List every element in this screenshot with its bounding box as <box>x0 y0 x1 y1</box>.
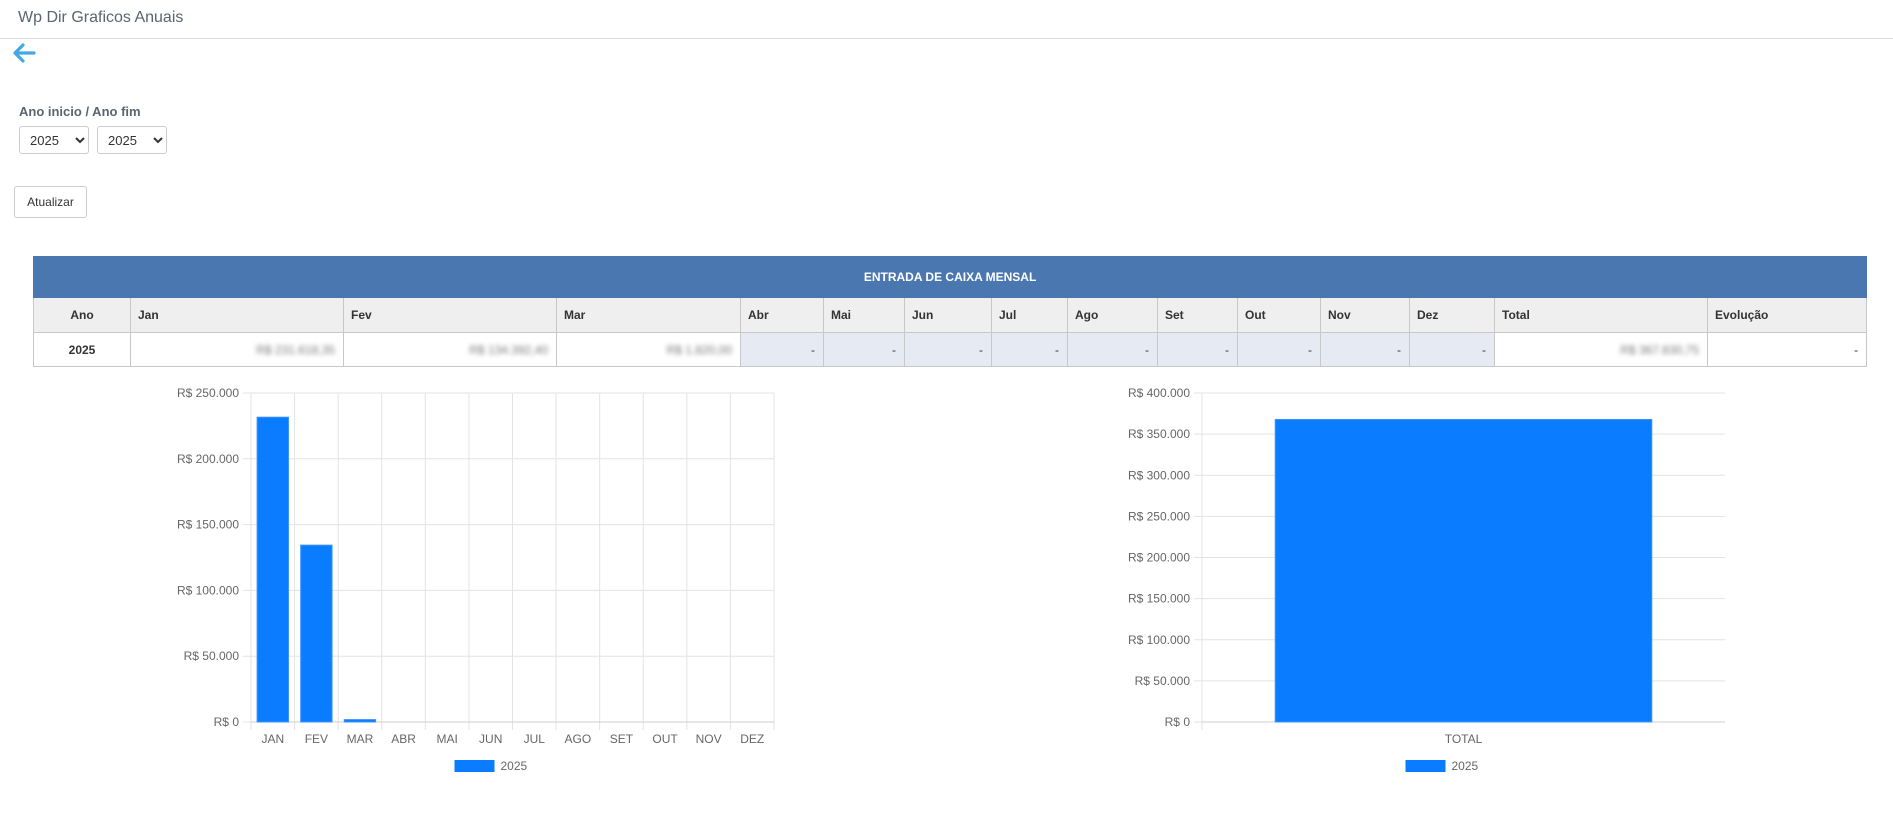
cell-year: 2025 <box>33 332 131 367</box>
col-header-mar: Mar <box>556 297 741 333</box>
col-header-evolucao: Evolução <box>1706 297 1868 333</box>
x-tick-label: NOV <box>696 732 722 746</box>
cell-nov: - <box>1320 332 1410 367</box>
x-tick-label: JUL <box>524 732 546 746</box>
y-tick-label: R$ 50.000 <box>184 649 240 663</box>
total-bar-chart: R$ 0 R$ 50.000 R$ 100.000 R$ 150.000 R$ 200.… <box>1128 386 1725 773</box>
x-tick-label: FEV <box>305 732 328 746</box>
cell-jan: R$ 231.618,35 <box>130 332 344 367</box>
x-tick-label: JUN <box>479 732 502 746</box>
end-year-select[interactable]: 2025 <box>97 126 167 154</box>
year-range-label: Ano inicio / Ano fim <box>19 104 141 119</box>
y-tick-label: R$ 0 <box>1165 715 1191 729</box>
x-tick-label: OUT <box>652 732 678 746</box>
col-header-mai: Mai <box>823 297 905 333</box>
cell-dez: - <box>1409 332 1495 367</box>
col-header-set: Set <box>1157 297 1238 333</box>
col-header-abr: Abr <box>740 297 824 333</box>
cell-total: R$ 367.830,75 <box>1494 332 1708 367</box>
back-button[interactable] <box>10 41 38 65</box>
col-header-out: Out <box>1237 297 1321 333</box>
y-tick-label: R$ 150.000 <box>177 518 239 532</box>
update-button[interactable]: Atualizar <box>14 186 87 218</box>
y-tick-label: R$ 200.000 <box>1128 551 1190 565</box>
cell-ago: - <box>1067 332 1158 367</box>
monthly-cash-table-wrapper: ENTRADA DE CAIXA MENSAL Ano Jan Fev Mar … <box>32 256 1868 367</box>
cell-jun: - <box>904 332 992 367</box>
bar-total <box>1274 418 1653 723</box>
y-tick-label: R$ 200.000 <box>177 452 239 466</box>
table-row: 2025 R$ 231.618,35 R$ 134.392,40 R$ 1.82… <box>33 332 1868 367</box>
col-header-ago: Ago <box>1067 297 1158 333</box>
x-tick-label: DEZ <box>740 732 764 746</box>
col-header-nov: Nov <box>1320 297 1410 333</box>
y-tick-label: R$ 400.000 <box>1128 386 1190 400</box>
monthly-bar-chart: R$ 0 R$ 50.000 R$ 100.000 R$ 150.000 R$ 200.… <box>177 386 775 773</box>
y-tick-label: R$ 150.000 <box>1128 592 1190 606</box>
bar-jan <box>256 416 289 723</box>
legend-swatch <box>1405 760 1446 772</box>
y-tick-label: R$ 100.000 <box>1128 633 1190 647</box>
y-tick-label: R$ 300.000 <box>1128 468 1190 482</box>
cell-mar: R$ 1.820,00 <box>556 332 741 367</box>
y-tick-label: R$ 250.000 <box>177 386 239 400</box>
col-header-fev: Fev <box>343 297 557 333</box>
x-tick-label: ABR <box>391 732 416 746</box>
cell-jul: - <box>991 332 1068 367</box>
legend-label: 2025 <box>1452 759 1479 773</box>
col-header-jun: Jun <box>904 297 992 333</box>
x-tick-label: SET <box>610 732 634 746</box>
cell-out: - <box>1237 332 1321 367</box>
col-header-dez: Dez <box>1409 297 1495 333</box>
table-header-row: Ano Jan Fev Mar Abr Mai Jun Jul Ago Set … <box>33 297 1868 333</box>
y-tick-label: R$ 250.000 <box>1128 509 1190 523</box>
app-header: Wp Dir Graficos Anuais <box>0 0 1893 39</box>
col-header-jul: Jul <box>991 297 1068 333</box>
cell-mai: - <box>823 332 905 367</box>
col-header-jan: Jan <box>130 297 344 333</box>
legend-swatch <box>454 760 495 772</box>
col-header-total: Total <box>1494 297 1708 333</box>
cell-evolucao: - <box>1706 332 1868 367</box>
y-tick-label: R$ 0 <box>214 715 240 729</box>
bar-mar <box>343 719 377 723</box>
y-tick-label: R$ 100.000 <box>177 583 239 597</box>
x-tick-label: AGO <box>565 732 592 746</box>
y-tick-label: R$ 350.000 <box>1128 427 1190 441</box>
y-tick-label: R$ 50.000 <box>1135 674 1191 688</box>
cell-abr: - <box>740 332 824 367</box>
table-caption: ENTRADA DE CAIXA MENSAL <box>32 256 1868 298</box>
page-title: Wp Dir Graficos Anuais <box>18 9 184 26</box>
cell-set: - <box>1157 332 1238 367</box>
col-header-ano: Ano <box>33 297 131 333</box>
monthly-cash-table: ENTRADA DE CAIXA MENSAL Ano Jan Fev Mar … <box>32 256 1868 367</box>
x-tick-label: JAN <box>261 732 284 746</box>
arrow-left-icon <box>13 43 36 63</box>
legend-label: 2025 <box>501 759 528 773</box>
x-tick-label: MAI <box>436 732 457 746</box>
x-tick-label: TOTAL <box>1445 732 1483 746</box>
bar-fev <box>300 544 333 723</box>
start-year-select[interactable]: 2025 <box>19 126 89 154</box>
cell-fev: R$ 134.392,40 <box>343 332 557 367</box>
x-tick-label: MAR <box>347 732 374 746</box>
